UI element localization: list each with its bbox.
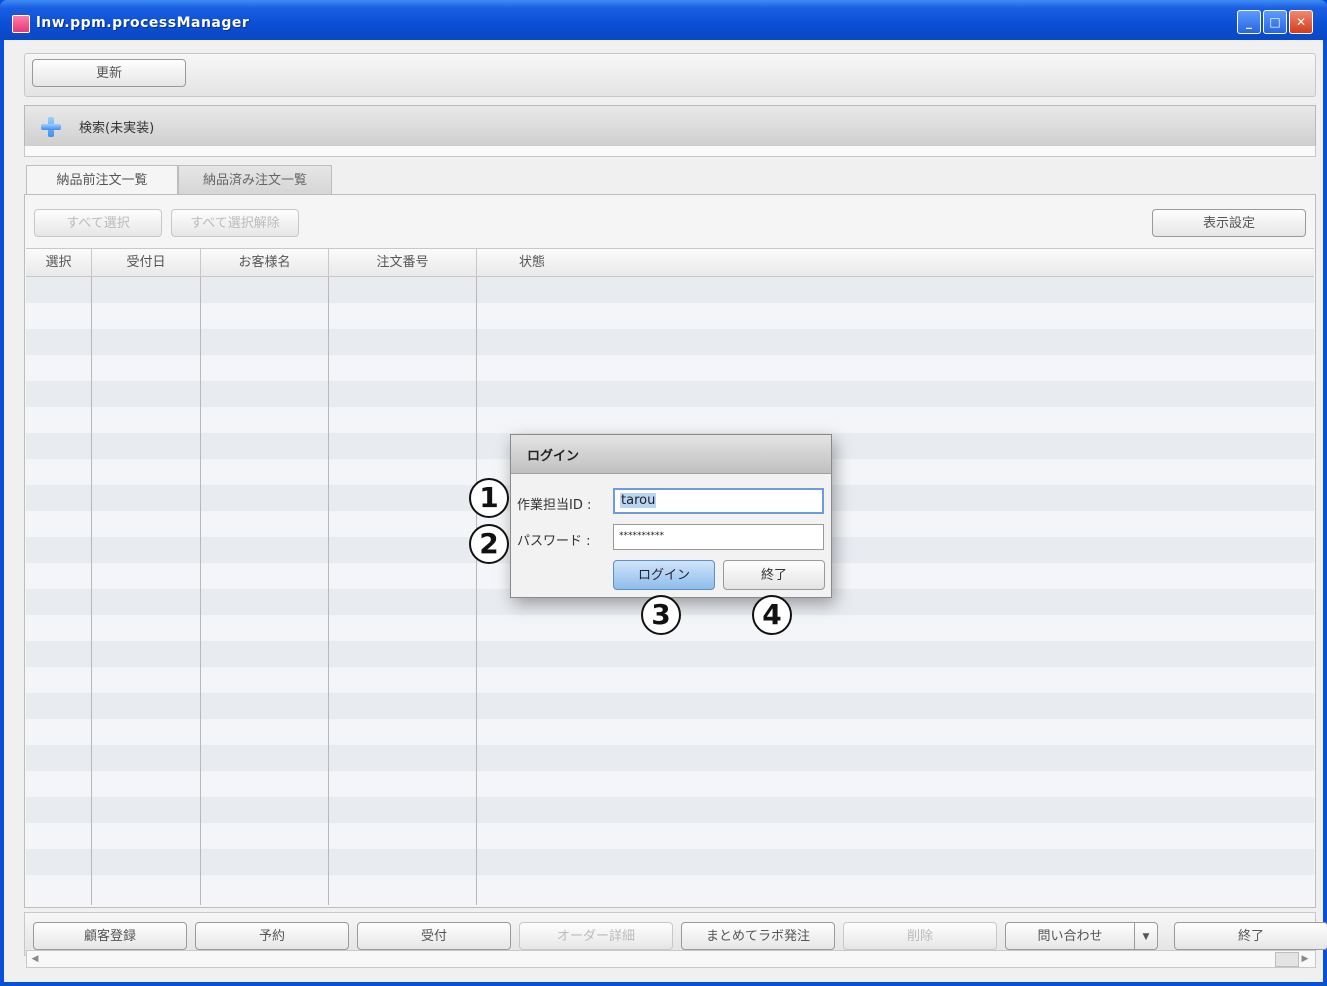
search-label: 検索(未実装) xyxy=(79,121,155,136)
login-button[interactable]: ログイン xyxy=(613,560,715,590)
search-panel-body xyxy=(24,146,1316,157)
top-toolbar xyxy=(24,53,1316,97)
refresh-button[interactable]: 更新 xyxy=(32,59,186,87)
order-details-button[interactable]: オーダー詳細 xyxy=(519,922,673,950)
plus-icon[interactable] xyxy=(41,117,61,137)
scroll-left-icon[interactable]: ◀ xyxy=(27,951,43,967)
close-icon[interactable]: ✕ xyxy=(1289,10,1313,34)
callout-4: 4 xyxy=(752,595,792,635)
select-all-button[interactable]: すべて選択 xyxy=(34,209,162,237)
callout-2: 2 xyxy=(469,524,509,564)
delete-button[interactable]: 削除 xyxy=(843,922,997,950)
password-label: パスワード : xyxy=(517,534,591,549)
table-row[interactable] xyxy=(26,693,1314,719)
user-id-input[interactable]: tarou xyxy=(613,488,824,514)
table-row[interactable] xyxy=(26,745,1314,771)
column-divider xyxy=(328,277,329,905)
table-row[interactable] xyxy=(26,849,1314,875)
callout-3: 3 xyxy=(641,595,681,635)
display-settings-button[interactable]: 表示設定 xyxy=(1152,209,1306,237)
scroll-thumb[interactable] xyxy=(1275,952,1299,967)
batch-lab-order-button[interactable]: まとめてラボ発注 xyxy=(681,922,835,950)
table-row[interactable] xyxy=(26,641,1314,667)
minimize-icon[interactable]: _ xyxy=(1237,10,1261,34)
column-header-select[interactable]: 選択 xyxy=(26,249,92,277)
horizontal-scrollbar[interactable]: ◀ ▶ xyxy=(26,950,1316,968)
table-row[interactable] xyxy=(26,407,1314,433)
search-panel-header[interactable]: 検索(未実装) xyxy=(24,105,1316,147)
column-divider xyxy=(476,277,477,905)
reserve-button[interactable]: 予約 xyxy=(195,922,349,950)
callout-1: 1 xyxy=(469,478,509,518)
login-dialog-title-bar[interactable]: ログイン xyxy=(511,435,831,474)
user-id-label: 作業担当ID : xyxy=(517,498,592,513)
app-icon xyxy=(12,15,30,33)
column-header-received-date[interactable]: 受付日 xyxy=(92,249,201,277)
table-header: 選択 受付日 お客様名 注文番号 状態 xyxy=(26,248,1314,277)
customer-register-button[interactable]: 顧客登録 xyxy=(33,922,187,950)
exit-button[interactable]: 終了 xyxy=(1174,922,1327,950)
reception-button[interactable]: 受付 xyxy=(357,922,511,950)
column-divider xyxy=(200,277,201,905)
table-row[interactable] xyxy=(26,719,1314,745)
table-row[interactable] xyxy=(26,303,1314,329)
dialog-exit-button[interactable]: 終了 xyxy=(723,560,825,590)
deselect-all-button[interactable]: すべて選択解除 xyxy=(171,209,299,237)
inquiry-dropdown-icon[interactable]: ▼ xyxy=(1134,922,1158,950)
table-row[interactable] xyxy=(26,381,1314,407)
table-row[interactable] xyxy=(26,875,1314,901)
login-dialog-title: ログイン xyxy=(527,449,580,464)
table-row[interactable] xyxy=(26,329,1314,355)
tab-delivered-orders[interactable]: 納品済み注文一覧 xyxy=(178,165,332,195)
table-row[interactable] xyxy=(26,355,1314,381)
column-header-status[interactable]: 状態 xyxy=(477,249,587,277)
column-header-order-number[interactable]: 注文番号 xyxy=(329,249,477,277)
table-row[interactable] xyxy=(26,823,1314,849)
table-row[interactable] xyxy=(26,771,1314,797)
table-row[interactable] xyxy=(26,797,1314,823)
window-title: lnw.ppm.processManager xyxy=(36,15,250,31)
scroll-right-icon[interactable]: ▶ xyxy=(1297,951,1313,967)
password-input[interactable]: ********** xyxy=(613,524,824,550)
tab-undelivered-orders[interactable]: 納品前注文一覧 xyxy=(26,165,178,195)
table-row[interactable] xyxy=(26,277,1314,303)
maximize-icon[interactable]: □ xyxy=(1263,10,1287,34)
user-id-value: tarou xyxy=(620,493,657,508)
column-divider xyxy=(91,277,92,905)
column-header-customer-name[interactable]: お客様名 xyxy=(201,249,329,277)
inquiry-button[interactable]: 問い合わせ xyxy=(1005,922,1135,950)
login-dialog: ログイン 作業担当ID : tarou パスワード : ********** ロ… xyxy=(510,434,832,598)
title-bar[interactable]: lnw.ppm.processManager _ □ ✕ xyxy=(0,0,1327,40)
table-row[interactable] xyxy=(26,667,1314,693)
